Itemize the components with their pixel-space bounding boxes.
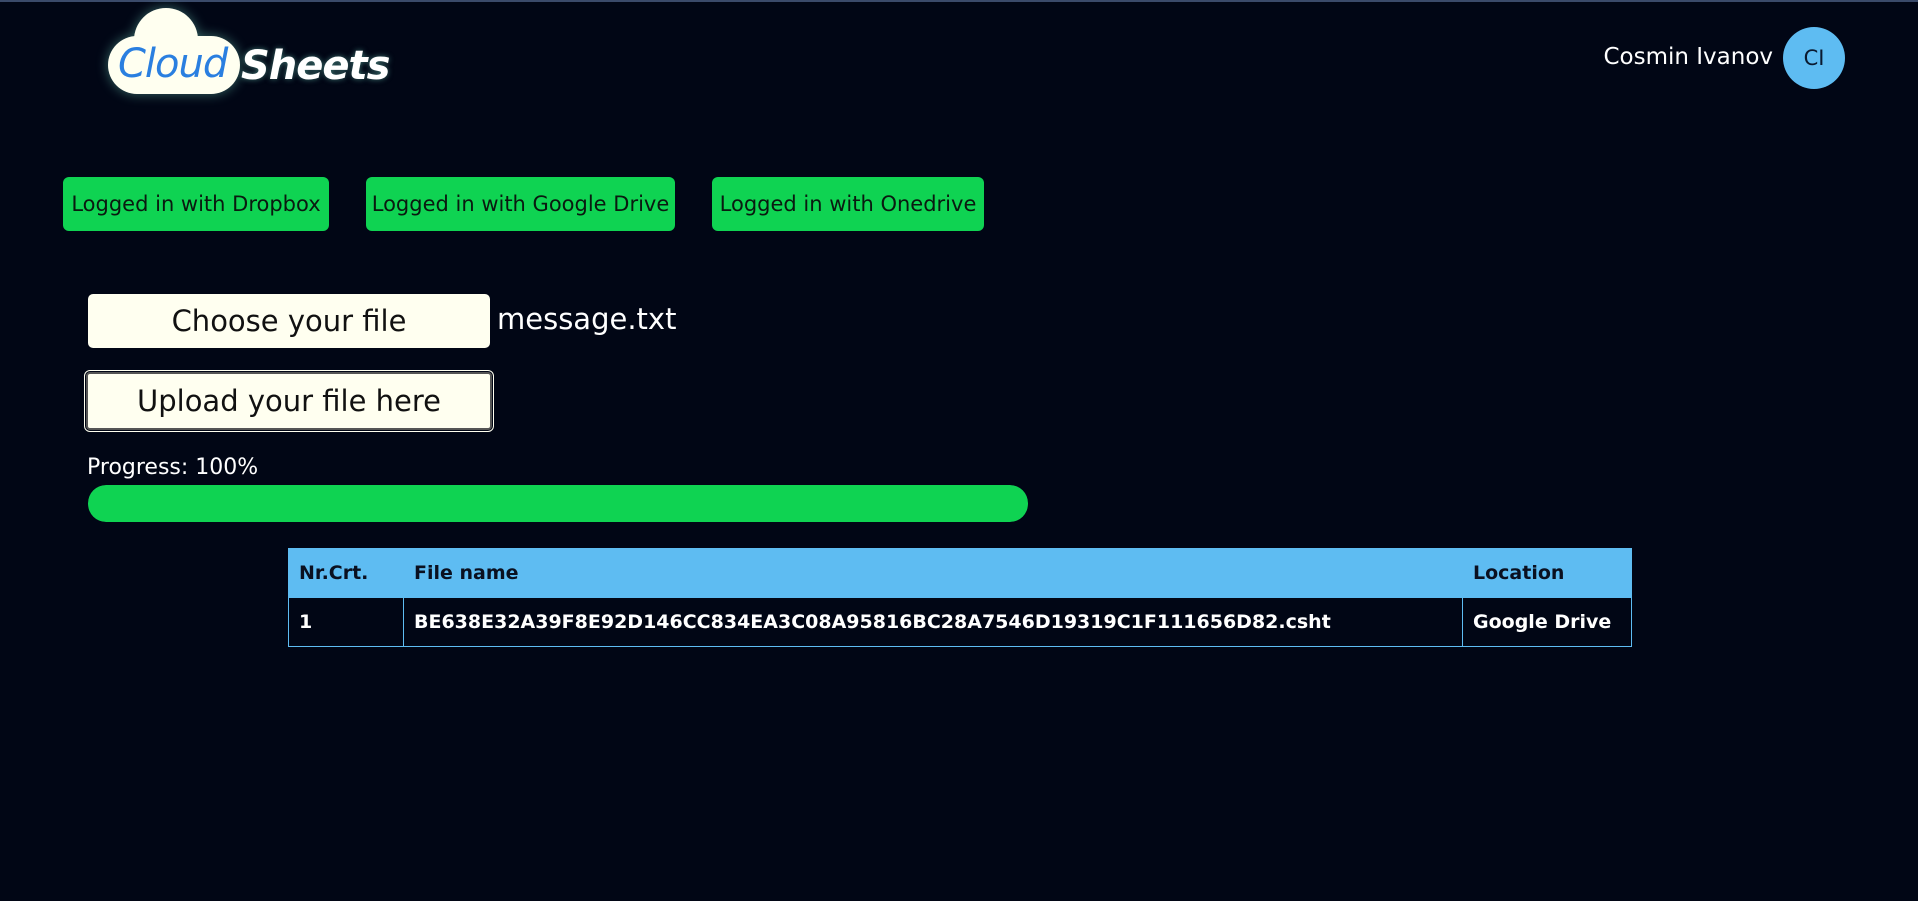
column-header-nr: Nr.Crt.	[288, 548, 404, 598]
cell-location: Google Drive	[1462, 597, 1632, 647]
cell-nr: 1	[288, 597, 404, 647]
upload-button[interactable]: Upload your file here	[84, 370, 494, 432]
logo-text-sheets: Sheets	[241, 43, 390, 89]
logo-text-cloud: Cloud	[118, 41, 228, 87]
column-header-file-name: File name	[403, 548, 1463, 598]
files-table: Nr.Crt. File name Location 1 BE638E32A39…	[288, 548, 1632, 647]
cell-file-name[interactable]: BE638E32A39F8E92D146CC834EA3C08A95816BC2…	[403, 597, 1463, 647]
progress-bar	[88, 485, 1028, 522]
selected-file-name: message.txt	[497, 302, 677, 336]
page: Cloud Sheets Cosmin Ivanov CI Logged in …	[0, 0, 1918, 901]
top-border	[0, 0, 1918, 2]
progress-bar-fill	[88, 485, 1028, 522]
column-header-location: Location	[1462, 548, 1632, 598]
table-row[interactable]: 1 BE638E32A39F8E92D146CC834EA3C08A95816B…	[288, 597, 1632, 647]
avatar[interactable]: CI	[1783, 27, 1845, 89]
onedrive-login-button[interactable]: Logged in with Onedrive	[712, 177, 984, 231]
dropbox-login-button[interactable]: Logged in with Dropbox	[63, 177, 329, 231]
choose-file-button[interactable]: Choose your file	[88, 294, 490, 348]
user-name: Cosmin Ivanov	[1603, 44, 1773, 70]
google-drive-login-button[interactable]: Logged in with Google Drive	[366, 177, 675, 231]
app-logo[interactable]: Cloud Sheets	[108, 8, 408, 98]
progress-label: Progress: 100%	[87, 455, 259, 480]
table-header-row: Nr.Crt. File name Location	[288, 548, 1632, 598]
